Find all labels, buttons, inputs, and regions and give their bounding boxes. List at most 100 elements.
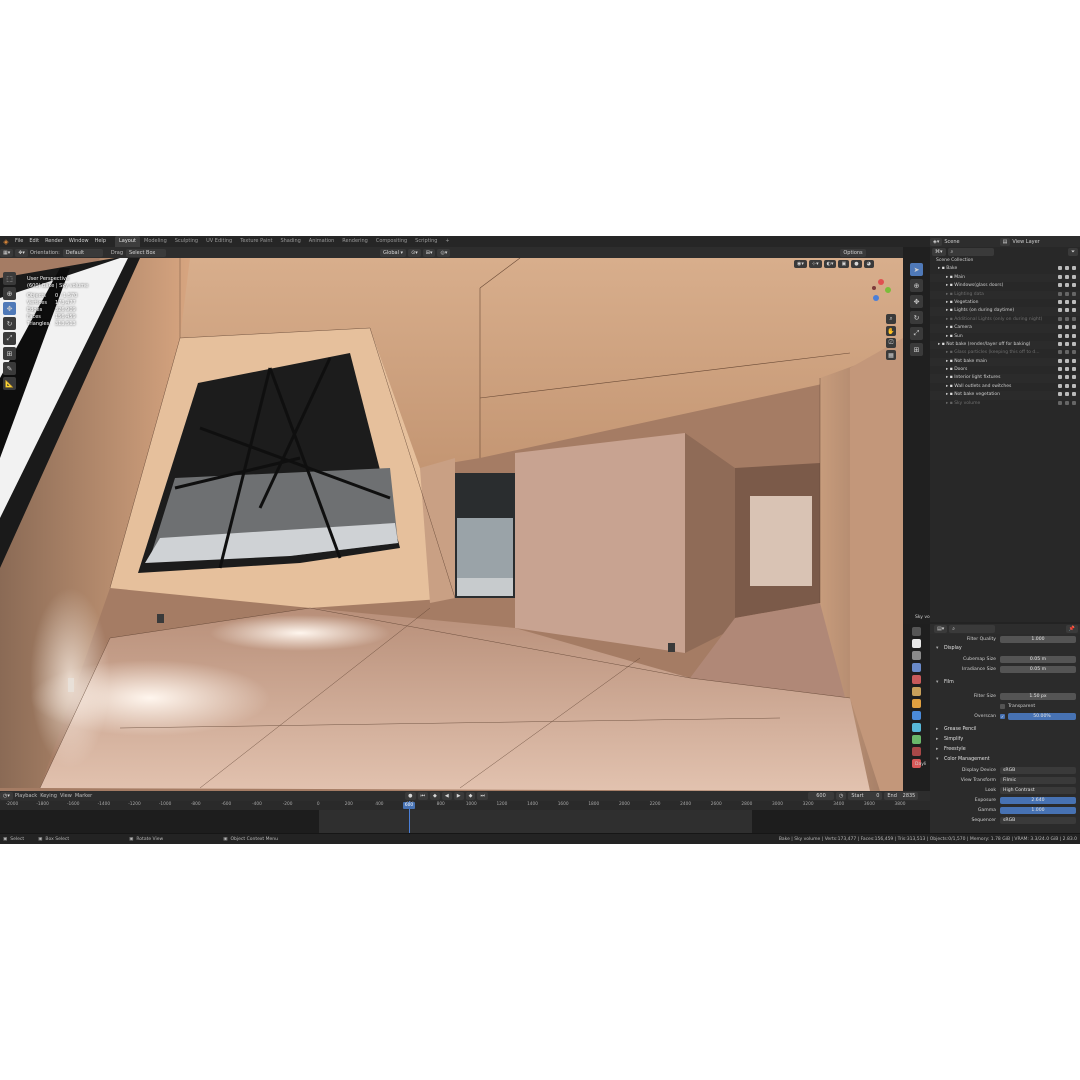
outliner-item[interactable]: ▸ ▪ Vegetation [930, 299, 1080, 307]
filter-icon[interactable]: ⏷ [1067, 248, 1078, 256]
properties-search-input[interactable]: ⌕ [949, 625, 996, 633]
object-properties-icon[interactable] [912, 699, 921, 708]
tab-modeling[interactable]: Modeling [140, 236, 171, 247]
side-transform-icon[interactable]: ⊞ [910, 343, 923, 356]
outliner-item[interactable]: ▸ ▪ Sun [930, 333, 1080, 341]
checkbox-icon[interactable] [1058, 333, 1062, 338]
output-properties-icon[interactable] [912, 651, 921, 660]
camera-render-icon[interactable] [1072, 383, 1076, 388]
side-scale-icon[interactable]: ⤢ [910, 327, 923, 340]
add-workspace-button[interactable]: + [441, 236, 453, 247]
world-properties-icon[interactable] [912, 687, 921, 696]
next-key-icon[interactable]: ◆ [465, 792, 476, 800]
grease-pencil-section[interactable]: Grease Pencil [930, 725, 1080, 735]
view-transform-dropdown[interactable]: Filmic [1000, 776, 1076, 784]
visibility-icon[interactable]: ◉▾ [794, 260, 807, 268]
scene-icon[interactable]: ◈▾ [930, 237, 943, 246]
pivot-icon[interactable]: ⊙▾ [408, 248, 421, 257]
outliner-item[interactable]: ▸ ▪ Not bake main [930, 357, 1080, 367]
checkbox-icon[interactable] [1058, 400, 1062, 405]
checkbox-icon[interactable] [1058, 291, 1062, 296]
jump-start-icon[interactable]: ⏮ [417, 792, 429, 800]
tab-sculpting[interactable]: Sculpting [171, 236, 202, 247]
irradiance-size-field[interactable]: 0.05 m [1000, 665, 1076, 673]
tab-scripting[interactable]: Scripting [411, 236, 441, 247]
outliner-item[interactable]: ▸ ▪ Lighting data [930, 290, 1080, 299]
cubemap-size-field[interactable]: 0.05 m [1000, 655, 1076, 663]
simplify-section[interactable]: Simplify [930, 735, 1080, 745]
outliner-item[interactable]: ▸ ▪ Main [930, 273, 1080, 283]
orientation-dropdown[interactable]: Default [62, 248, 103, 257]
outliner-search-input[interactable]: ⌕ [947, 248, 994, 256]
tool-properties-icon[interactable] [912, 627, 921, 636]
gamma-field[interactable]: 1.000 [1000, 806, 1076, 814]
eye-icon[interactable] [1065, 333, 1069, 338]
eye-icon[interactable] [1065, 266, 1069, 271]
display-device-dropdown[interactable]: sRGB [1000, 766, 1076, 774]
camera-render-icon[interactable] [1072, 274, 1076, 279]
rotate-tool-icon[interactable]: ↻ [3, 317, 16, 330]
editor-type-icon[interactable]: ▦▾ [0, 248, 14, 257]
filter-quality-field[interactable]: 1.000 [1000, 635, 1076, 643]
timeline-editor-icon[interactable]: ◷▾ [0, 792, 13, 800]
camera-render-icon[interactable] [1072, 367, 1076, 372]
film-section-header[interactable]: Film [930, 678, 1080, 688]
outliner-item[interactable]: ▸ ▪ Doors [930, 366, 1080, 374]
outliner-item[interactable]: ▸ ▪ Bake [930, 265, 1080, 273]
keying-menu[interactable]: Keying [40, 793, 57, 799]
filter-size-field[interactable]: 1.50 px [1000, 692, 1076, 700]
checkbox-icon[interactable] [1058, 367, 1062, 372]
transform-orientation-dropdown[interactable]: Global ▾ [380, 248, 407, 257]
camera-render-icon[interactable] [1072, 392, 1076, 397]
outliner-item[interactable]: ▸ ▪ Not bake (render/layer off for bakin… [930, 340, 1080, 350]
eye-icon[interactable] [1065, 341, 1069, 346]
start-frame-field[interactable]: Start 0 [848, 792, 883, 800]
checkbox-icon[interactable] [1058, 375, 1062, 380]
checkbox-icon[interactable] [1058, 299, 1062, 304]
outliner-item[interactable]: ▸ ▪ Additional Lights (only on during ni… [930, 316, 1080, 324]
playback-menu[interactable]: Playback [15, 793, 37, 799]
outliner-item[interactable]: ▸ ▪ Windows(glass doors) [930, 282, 1080, 290]
scene-name[interactable]: Scene [944, 239, 959, 245]
marker-menu[interactable]: Marker [75, 793, 92, 799]
eye-icon[interactable] [1065, 383, 1069, 388]
current-frame-field[interactable]: 600 [808, 792, 834, 800]
side-select-icon[interactable]: ➤ [910, 263, 923, 276]
camera-render-icon[interactable] [1072, 375, 1076, 380]
gizmo-icon[interactable]: ⊹▾ [808, 260, 822, 268]
view-menu[interactable]: View [60, 793, 72, 799]
camera-render-icon[interactable] [1072, 341, 1076, 346]
timeline-ruler[interactable]: -2000 -1800 -1600 -1400 -1200 -1000 -800 -600 -4… [0, 801, 930, 810]
shading-solid-icon[interactable]: ● [851, 260, 862, 268]
eye-icon[interactable] [1065, 367, 1069, 372]
play-reverse-icon[interactable]: ◀ [441, 792, 452, 800]
eye-icon[interactable] [1065, 308, 1069, 313]
checkbox-icon[interactable] [1058, 358, 1062, 363]
eye-icon[interactable] [1065, 350, 1069, 355]
view-layer-icon[interactable]: ▤ [999, 237, 1011, 246]
cursor-tool-icon[interactable]: ⊕ [3, 287, 16, 300]
camera-render-icon[interactable] [1072, 283, 1076, 288]
render-properties-icon[interactable] [912, 639, 921, 648]
exposure-field[interactable]: 2.640 [1000, 796, 1076, 804]
checkbox-icon[interactable] [1058, 392, 1062, 397]
outliner-item[interactable]: ▸ ▪ Sky volume [930, 400, 1080, 408]
modifier-properties-icon[interactable] [912, 711, 921, 720]
sequencer-dropdown[interactable]: sRGB [1000, 816, 1076, 824]
move-tool-icon[interactable]: ✥ [3, 302, 16, 315]
camera-render-icon[interactable] [1072, 291, 1076, 296]
display-mode-icon[interactable]: ⌘▾ [932, 248, 946, 256]
preview-range-icon[interactable]: ◷ [836, 792, 847, 800]
eye-icon[interactable] [1065, 316, 1069, 321]
view-layer-name[interactable]: View Layer [1012, 239, 1039, 245]
eye-icon[interactable] [1065, 291, 1069, 296]
menu-edit[interactable]: Edit [26, 236, 42, 247]
menu-window[interactable]: Window [66, 236, 92, 247]
checkbox-icon[interactable] [1058, 283, 1062, 288]
checkbox-icon[interactable] [1058, 266, 1062, 271]
playhead-frame-label[interactable]: 600 [403, 802, 415, 809]
checkbox-icon[interactable] [1058, 274, 1062, 279]
display-section-header[interactable]: Display [930, 644, 1080, 654]
ortho-toggle-icon[interactable]: ▦ [886, 350, 896, 360]
prev-key-icon[interactable]: ◆ [430, 792, 440, 800]
